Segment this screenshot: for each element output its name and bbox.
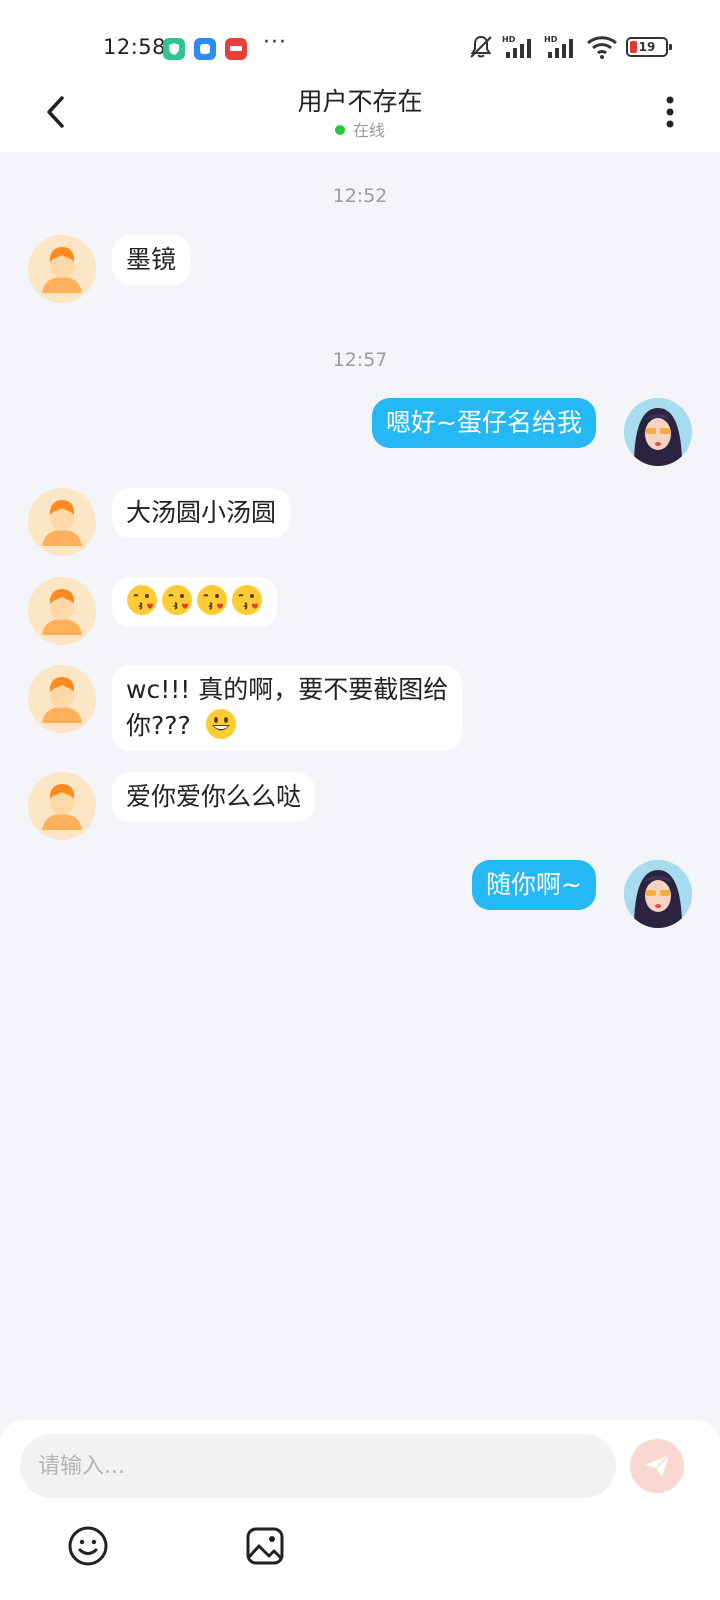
svg-text:HD: HD <box>544 35 558 44</box>
received-message[interactable]: wc!!! 真的啊，要不要截图给 你??? <box>112 665 463 751</box>
emoji-button[interactable] <box>66 1524 110 1568</box>
face-blowing-kiss-icon <box>162 585 192 615</box>
battery-icon: 19 <box>626 37 672 57</box>
message-line: 你??? <box>126 708 448 744</box>
news-app-icon <box>225 38 247 60</box>
received-message[interactable]: 墨镜 <box>112 235 191 285</box>
contact-avatar[interactable] <box>28 665 96 733</box>
timestamp: 12:57 <box>332 349 388 371</box>
received-message[interactable]: 爱你爱你么么哒 <box>112 772 316 822</box>
grinning-face-icon <box>205 709 236 739</box>
status-time: 12:58 <box>103 35 167 59</box>
more-options-button[interactable] <box>658 92 682 132</box>
svg-text:HD: HD <box>502 35 516 44</box>
received-message[interactable] <box>112 577 277 627</box>
face-blowing-kiss-icon <box>197 585 227 615</box>
wifi-icon <box>587 36 617 59</box>
more-notifications-icon: ··· <box>263 30 287 55</box>
message-list[interactable]: 12:52 墨镜 12:57 嗯好~蛋仔名给我 大汤圆小汤圆 wc!!! 真的啊… <box>0 152 720 1420</box>
chat-header: 用户不存在 在线 <box>0 80 720 152</box>
signal-hd-icon-1: HD <box>502 35 531 58</box>
status-bar: 12:58 ··· HD HD 19 <box>0 0 720 80</box>
timestamp: 12:52 <box>332 185 388 207</box>
sent-message[interactable]: 随你啊~ <box>472 860 596 910</box>
message-line: wc!!! 真的啊，要不要截图给 <box>126 675 449 704</box>
face-blowing-kiss-icon <box>127 585 157 615</box>
vertical-dots-icon <box>666 96 674 128</box>
signal-hd-icon-2: HD <box>544 35 573 58</box>
shield-app-icon <box>163 38 185 60</box>
image-button[interactable] <box>243 1524 287 1568</box>
bell-muted-icon <box>470 35 492 58</box>
sent-message[interactable]: 嗯好~蛋仔名给我 <box>372 398 596 448</box>
smiley-face-icon <box>68 1526 108 1566</box>
received-message[interactable]: 大汤圆小汤圆 <box>112 488 291 538</box>
face-blowing-kiss-icon <box>232 585 262 615</box>
contact-avatar[interactable] <box>28 577 96 645</box>
image-icon <box>246 1527 284 1565</box>
composer <box>0 1420 720 1600</box>
message-line-text: 你??? <box>126 711 191 740</box>
online-dot-icon <box>334 125 345 135</box>
chat-app-icon <box>194 38 216 60</box>
status-indicators: HD HD 19 <box>468 34 672 60</box>
send-button[interactable] <box>630 1439 684 1493</box>
contact-avatar[interactable] <box>28 772 96 840</box>
message-input[interactable] <box>20 1434 616 1498</box>
contact-avatar[interactable] <box>28 235 96 303</box>
user-avatar[interactable] <box>624 860 692 928</box>
online-status-label: 在线 <box>352 121 385 140</box>
battery-level: 19 <box>638 40 656 54</box>
online-status: 在线 <box>0 117 720 141</box>
chat-title: 用户不存在 <box>297 87 423 116</box>
contact-avatar[interactable] <box>28 488 96 556</box>
user-avatar[interactable] <box>624 398 692 466</box>
paper-plane-icon <box>645 1454 670 1477</box>
